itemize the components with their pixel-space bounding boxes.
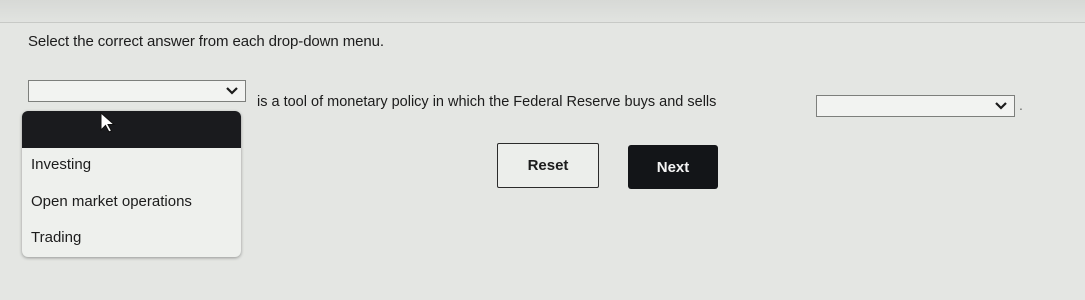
dropdown-highlighted-option[interactable] <box>22 111 241 148</box>
dropdown-1[interactable] <box>28 80 246 102</box>
reset-button[interactable]: Reset <box>497 143 599 188</box>
dropdown-option-trading[interactable]: Trading <box>31 229 81 246</box>
dropdown-option-open-market-operations[interactable]: Open market operations <box>31 193 192 210</box>
dropdown-2[interactable] <box>816 95 1015 117</box>
dropdown-option-investing[interactable]: Investing <box>31 156 91 173</box>
mouse-pointer-icon <box>100 111 116 133</box>
sentence-text: is a tool of monetary policy in which th… <box>257 94 717 110</box>
chevron-down-icon <box>226 87 238 95</box>
dropdown-1-menu: Investing Open market operations Trading <box>22 111 241 257</box>
sentence-period: . <box>1019 97 1023 113</box>
browser-top-bar <box>0 0 1085 23</box>
instruction-text: Select the correct answer from each drop… <box>28 33 384 50</box>
next-button[interactable]: Next <box>628 145 718 189</box>
chevron-down-icon <box>995 102 1007 110</box>
